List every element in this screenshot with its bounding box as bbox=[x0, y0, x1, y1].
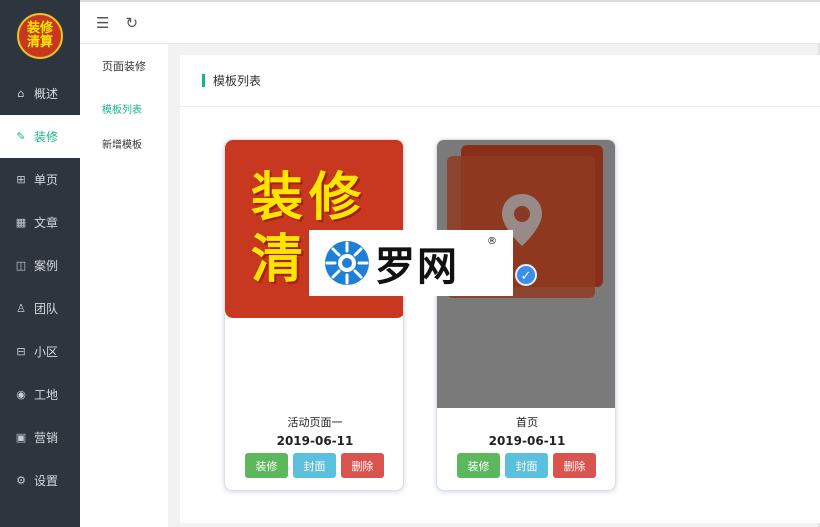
watermark: 罗网 ® bbox=[309, 230, 513, 296]
sidebar-item-settings[interactable]: ⚙ 设置 bbox=[0, 459, 80, 502]
sidebar-item-site[interactable]: ◉ 工地 bbox=[0, 373, 80, 416]
main-sidebar: 装修 清算 ⌂ 概述 ✎ 装修 ⊞ 单页 ▦ 文章 ◫ 案例 ♙ 团队 ⊟ 小区… bbox=[0, 0, 80, 527]
sidebar-item-label: 文章 bbox=[34, 216, 59, 230]
decorate-button[interactable]: 装修 bbox=[245, 453, 288, 478]
gift-icon: ⊞ bbox=[16, 173, 26, 186]
sidebar-item-label: 小区 bbox=[34, 345, 59, 359]
sidebar-item-cases[interactable]: ◫ 案例 bbox=[0, 244, 80, 287]
page-title: 模板列表 bbox=[213, 74, 262, 88]
sidebar-item-overview[interactable]: ⌂ 概述 bbox=[0, 72, 80, 115]
sidebar-item-marketing[interactable]: ▣ 营销 bbox=[0, 416, 80, 459]
sidebar-item-articles[interactable]: ▦ 文章 bbox=[0, 201, 80, 244]
cover-button[interactable]: 封面 bbox=[293, 453, 336, 478]
watermark-logo-icon bbox=[325, 241, 369, 285]
template-name: 活动页面一 bbox=[287, 416, 343, 429]
thumbnail-text-line-1: 装修 bbox=[251, 168, 368, 228]
sidebar-item-label: 概述 bbox=[34, 87, 59, 101]
marketing-icon: ▣ bbox=[15, 431, 27, 444]
top-bar: ☰ ↻ bbox=[80, 0, 820, 44]
sidebar-item-label: 设置 bbox=[34, 474, 59, 488]
submenu-item-new-template[interactable]: 新增模板 bbox=[80, 136, 168, 151]
sidebar-item-label: 案例 bbox=[34, 259, 59, 273]
sidebar-item-label: 工地 bbox=[34, 388, 59, 402]
registered-mark: ® bbox=[487, 236, 497, 247]
card-actions: 装修 封面 删除 bbox=[457, 453, 597, 478]
user-icon: ♙ bbox=[16, 302, 26, 315]
app-logo[interactable]: 装修 清算 bbox=[17, 13, 63, 59]
card-actions: 装修 封面 删除 bbox=[245, 453, 385, 478]
sidebar-item-label: 装修 bbox=[34, 130, 59, 144]
menu-collapse-icon[interactable]: ☰ bbox=[96, 14, 109, 32]
home-icon: ⌂ bbox=[17, 87, 25, 100]
template-name: 首页 bbox=[516, 416, 538, 429]
grid-icon: ▦ bbox=[15, 216, 27, 229]
watermark-text: 罗网 bbox=[375, 244, 459, 290]
decorate-button[interactable]: 装修 bbox=[457, 453, 500, 478]
delete-button[interactable]: 删除 bbox=[341, 453, 384, 478]
layout-icon: ◫ bbox=[15, 259, 27, 272]
sidebar-item-label: 团队 bbox=[34, 302, 59, 316]
sidebar-item-team[interactable]: ♙ 团队 bbox=[0, 287, 80, 330]
refresh-icon[interactable]: ↻ bbox=[125, 14, 138, 32]
sidebar-item-single-page[interactable]: ⊞ 单页 bbox=[0, 158, 80, 201]
gear-icon: ⚙ bbox=[16, 474, 26, 487]
secondary-menu: 页面装修 模板列表 新增模板 bbox=[80, 44, 168, 527]
submenu-item-template-list[interactable]: 模板列表 bbox=[80, 101, 168, 116]
location-icon: ◉ bbox=[16, 388, 26, 401]
logo-line-2: 清算 bbox=[26, 35, 53, 50]
template-card[interactable]: 装修 清 活动页面一 2019-06-11 装修 封面 删除 bbox=[224, 139, 404, 491]
logo-line-1: 装修 bbox=[26, 21, 53, 36]
building-icon: ⊟ bbox=[16, 345, 26, 358]
title-accent-bar bbox=[202, 74, 205, 87]
logo-container: 装修 清算 bbox=[0, 0, 80, 72]
submenu-title: 页面装修 bbox=[102, 60, 146, 73]
cover-button[interactable]: 封面 bbox=[505, 453, 548, 478]
delete-button[interactable]: 删除 bbox=[553, 453, 596, 478]
sidebar-item-label: 营销 bbox=[34, 431, 59, 445]
template-date: 2019-06-11 bbox=[488, 434, 566, 448]
selected-check-icon: ✓ bbox=[515, 264, 537, 286]
app-root: 装修 清算 ⌂ 概述 ✎ 装修 ⊞ 单页 ▦ 文章 ◫ 案例 ♙ 团队 ⊟ 小区… bbox=[0, 0, 820, 527]
panel-header: 模板列表 bbox=[180, 55, 820, 107]
template-date: 2019-06-11 bbox=[276, 434, 354, 448]
pencil-icon: ✎ bbox=[16, 130, 26, 143]
sidebar-item-decoration[interactable]: ✎ 装修 bbox=[0, 115, 80, 158]
sidebar-item-community[interactable]: ⊟ 小区 bbox=[0, 330, 80, 373]
template-card[interactable]: ✓ 首页 2019-06-11 装修 封面 删除 bbox=[436, 139, 616, 491]
sidebar-item-label: 单页 bbox=[34, 173, 59, 187]
